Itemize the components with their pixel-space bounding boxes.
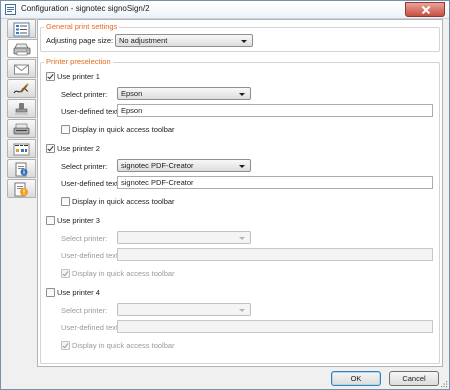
- sidebar-tab-stamp[interactable]: [7, 99, 36, 118]
- general-print-settings-title: General print settings: [44, 22, 120, 31]
- sidebar-tab-signature[interactable]: [7, 79, 36, 98]
- page-size-value: No adjustment: [119, 36, 168, 45]
- select-printer-2-label: Select printer:: [61, 162, 108, 171]
- toolbar-3-checkbox[interactable]: [61, 269, 70, 278]
- toolbar-1-label: Display in quick access toolbar: [72, 125, 175, 134]
- close-button[interactable]: [405, 2, 445, 17]
- user-text-4-input[interactable]: [117, 320, 433, 333]
- sidebar-tab-email[interactable]: [7, 59, 36, 78]
- use-printer-4-label: Use printer 4: [57, 288, 100, 297]
- toolbar-1-checkbox[interactable]: [61, 125, 70, 134]
- ok-button[interactable]: OK: [331, 371, 381, 386]
- printer-3-select[interactable]: [117, 231, 251, 244]
- printer-1-value: Epson: [121, 89, 143, 98]
- chevron-down-icon: [239, 309, 245, 312]
- printer-icon: [13, 43, 31, 56]
- use-printer-2-checkbox[interactable]: [46, 144, 55, 153]
- user-text-4-label: User-defined text:: [61, 323, 121, 332]
- chevron-down-icon: [239, 165, 245, 168]
- toolbar-4-checkbox[interactable]: [61, 341, 70, 350]
- use-printer-1-label: Use printer 1: [57, 72, 100, 81]
- toolbar-2-label: Display in quick access toolbar: [72, 197, 175, 206]
- select-printer-3-label: Select printer:: [61, 234, 108, 243]
- toolbar-3-label: Display in quick access toolbar: [72, 269, 175, 278]
- window-title: Configuration - signotec signoSign/2: [21, 4, 150, 13]
- settings-panel: General print settings Adjusting page si…: [37, 19, 443, 367]
- date-calendar-icon: [13, 143, 30, 156]
- use-printer-4-checkbox[interactable]: [46, 288, 55, 297]
- printer-2-value: signotec PDF-Creator: [121, 161, 194, 170]
- general-print-settings-group: General print settings Adjusting page si…: [40, 22, 440, 52]
- document-warning-icon: [14, 182, 28, 197]
- user-text-1-value: Epson: [121, 106, 143, 115]
- user-text-1-label: User-defined text:: [61, 107, 121, 116]
- printer-preselection-title: Printer preselection: [44, 57, 113, 66]
- list-settings-icon: [13, 22, 30, 37]
- chevron-down-icon: [239, 237, 245, 240]
- use-printer-2-label: Use printer 2: [57, 144, 100, 153]
- printer-4-select[interactable]: [117, 303, 251, 316]
- page-size-select[interactable]: No adjustment: [115, 34, 253, 47]
- select-printer-4-label: Select printer:: [61, 306, 108, 315]
- sidebar-tab-date[interactable]: [7, 139, 36, 158]
- sidebar-tab-general[interactable]: [7, 19, 36, 38]
- use-printer-1-checkbox[interactable]: [46, 72, 55, 81]
- printer-2-select[interactable]: signotec PDF-Creator: [117, 159, 251, 172]
- user-text-2-label: User-defined text:: [61, 179, 121, 188]
- sidebar-tab-warning[interactable]: [7, 179, 36, 198]
- cancel-button[interactable]: Cancel: [389, 371, 439, 386]
- printer-preselection-group: Printer preselection Use printer 1 Selec…: [40, 57, 440, 364]
- stamp-icon: [15, 103, 28, 115]
- document-info-icon: [15, 162, 28, 177]
- page-size-label: Adjusting page size:: [46, 36, 114, 45]
- envelope-icon: [14, 64, 29, 75]
- user-text-2-input[interactable]: signotec PDF-Creator: [117, 176, 433, 189]
- configuration-window: Configuration - signotec signoSign/2 Gen…: [0, 0, 450, 390]
- app-icon: [5, 4, 16, 15]
- use-printer-3-label: Use printer 3: [57, 216, 100, 225]
- toolbar-4-label: Display in quick access toolbar: [72, 341, 175, 350]
- user-text-3-label: User-defined text:: [61, 251, 121, 260]
- use-printer-3-checkbox[interactable]: [46, 216, 55, 225]
- sidebar-tab-info[interactable]: [7, 159, 36, 178]
- scanner-icon: [13, 123, 30, 135]
- chevron-down-icon: [239, 93, 245, 96]
- select-printer-1-label: Select printer:: [61, 90, 108, 99]
- user-text-3-input[interactable]: [117, 248, 433, 261]
- sidebar: [7, 19, 38, 199]
- sidebar-tab-scanner[interactable]: [7, 119, 36, 138]
- user-text-1-input[interactable]: Epson: [117, 104, 433, 117]
- title-bar[interactable]: Configuration - signotec signoSign/2: [1, 1, 449, 19]
- user-text-2-value: signotec PDF-Creator: [121, 178, 194, 187]
- toolbar-2-checkbox[interactable]: [61, 197, 70, 206]
- sidebar-tab-printer[interactable]: [7, 39, 38, 58]
- printer-1-select[interactable]: Epson: [117, 87, 251, 100]
- resize-grip-icon[interactable]: [440, 380, 448, 388]
- signature-pen-icon: [13, 83, 29, 94]
- chevron-down-icon: [241, 40, 247, 43]
